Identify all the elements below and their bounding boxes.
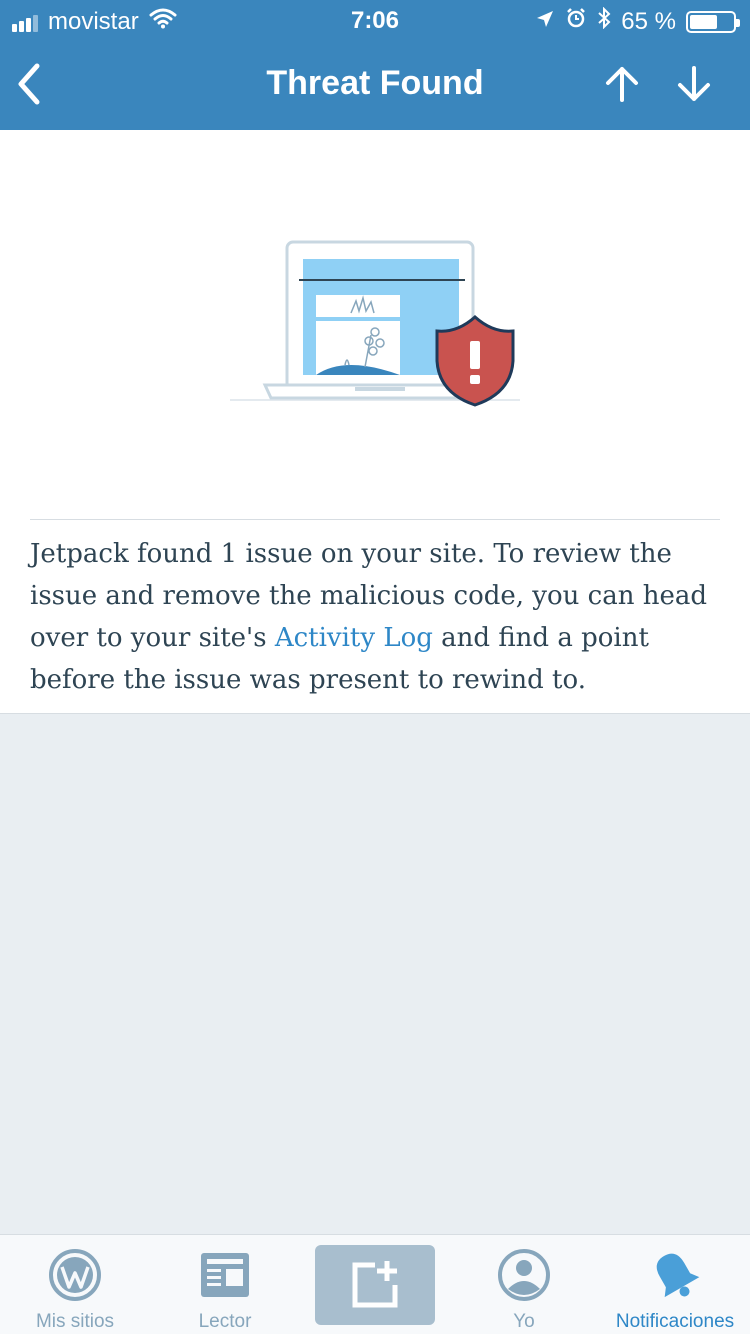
battery-icon: [686, 10, 740, 33]
status-bar: movistar 7:06 65 %: [0, 0, 750, 40]
activity-log-link[interactable]: Activity Log: [275, 623, 433, 653]
threat-content: Jetpack found 1 issue on your site. To r…: [0, 130, 750, 714]
tab-bar: Mis sitios Lector Yo Notificaciones: [0, 1234, 750, 1334]
battery-level: [690, 14, 717, 29]
battery-percent: 65 %: [621, 7, 676, 35]
laptop-shield-warning-icon: [225, 235, 525, 415]
tab-me[interactable]: Yo: [449, 1235, 599, 1334]
next-button[interactable]: [668, 58, 720, 110]
tab-my-sites-label: Mis sitios: [35, 1311, 115, 1332]
arrow-up-icon: [606, 67, 638, 102]
navigation-bar: Threat Found: [0, 40, 750, 130]
profile-icon: [498, 1249, 550, 1301]
tab-my-sites[interactable]: Mis sitios: [0, 1235, 150, 1334]
location-icon: [535, 8, 555, 36]
tab-reader[interactable]: Lector: [150, 1235, 300, 1334]
tab-notifications[interactable]: Notificaciones: [600, 1235, 750, 1334]
tab-notifications-label: Notificaciones: [615, 1311, 735, 1332]
bluetooth-icon: [597, 6, 611, 36]
reader-icon: [201, 1253, 249, 1297]
threat-message: Jetpack found 1 issue on your site. To r…: [30, 533, 725, 701]
wordpress-icon: [49, 1249, 101, 1301]
previous-button[interactable]: [596, 58, 648, 110]
new-post-icon: [352, 1261, 398, 1308]
bell-icon: [656, 1253, 700, 1298]
new-post-button[interactable]: [315, 1245, 435, 1325]
alarm-icon: [565, 7, 587, 36]
tab-reader-label: Lector: [198, 1311, 252, 1332]
status-right: 65 %: [525, 6, 740, 36]
arrow-down-icon: [678, 66, 710, 101]
divider: [30, 519, 720, 520]
tab-me-label: Yo: [513, 1311, 535, 1332]
